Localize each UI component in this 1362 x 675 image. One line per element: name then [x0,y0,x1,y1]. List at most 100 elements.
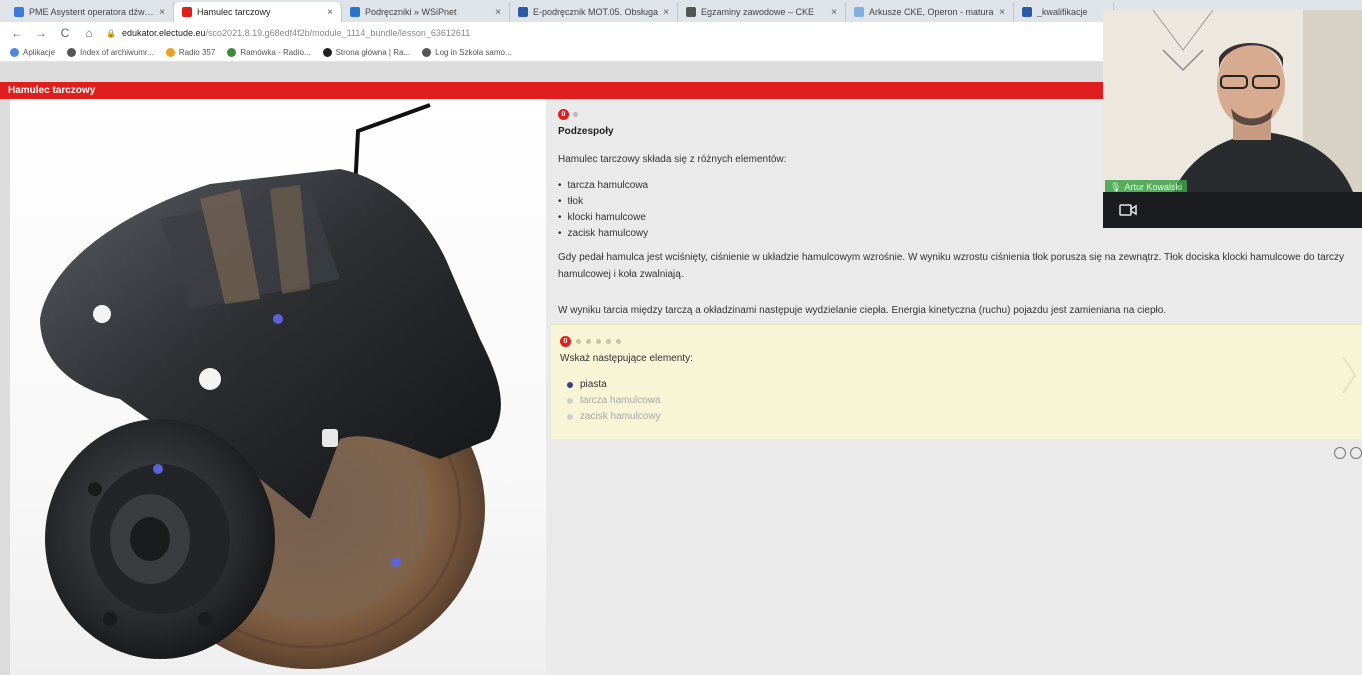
viewer-controls [1334,447,1362,459]
bookmark-label: Strona główna | Ra... [335,48,411,57]
tab-title: Podręczniki » WSiPnet [365,7,457,17]
3d-model-viewport[interactable] [10,99,546,675]
bookmark-aplikacje[interactable]: Aplikacje [10,48,55,57]
radio-icon [165,48,175,57]
chevron-right-icon[interactable] [1340,355,1358,395]
bookmark-szkola[interactable]: Log in Szkoła samo... [422,48,512,57]
tab-favicon-icon [14,7,24,17]
participant-name: Artur Kowalski [1124,182,1182,192]
list-item: zacisk hamulcowy [558,226,649,242]
video-camera-icon[interactable] [1119,202,1137,218]
webcam-overlay: 🎙 Artur Kowalski [1103,10,1362,228]
quiz-item-tarcza[interactable]: tarcza hamulcowa [567,393,661,409]
url-host: edukator.electude.eu [121,28,206,38]
tab-operon[interactable]: Arkusze CKE, Operon - matura × [846,2,1014,22]
list-item: tłok [558,194,648,210]
tab-close-icon[interactable]: × [159,7,165,18]
tab-favicon-icon [518,7,528,17]
tab-close-icon[interactable]: × [999,7,1005,18]
bookmark-strona-glowna[interactable]: Strona główna | Ra... [322,48,411,57]
tab-title: Arkusze CKE, Operon - matura [869,7,994,17]
home-icon[interactable]: ⌂ [82,26,96,40]
bullet-icon [567,382,573,388]
participant-name-tag: 🎙 Artur Kowalski [1105,180,1187,192]
bullet-icon [567,414,573,420]
tab-close-icon[interactable]: × [327,7,333,18]
quiz-question: Wskaż następujące elementy: [560,353,693,364]
rotate-icon[interactable] [1334,447,1346,459]
forward-icon[interactable]: → [34,26,48,40]
quiz-item-zacisk[interactable]: zacisk hamulcowy [567,409,661,425]
webcam-controls [1103,194,1362,228]
tab-kwalifikacje[interactable]: _kwalifikacje [1014,2,1114,22]
tab-favicon-icon [350,7,360,17]
parts-list: tarcza hamulcowa tłok klocki hamulcowe z… [558,178,649,242]
webcam-video: 🎙 Artur Kowalski [1103,10,1362,192]
section-title: Podzespoły [558,126,614,137]
tab-close-icon[interactable]: × [663,7,669,18]
participant-video-frame [1103,10,1362,192]
pager-dot[interactable] [596,339,601,344]
quiz-item-label: zacisk hamulcowy [580,411,661,422]
list-item: klocki hamulcowe [558,210,648,226]
tab-favicon-icon [854,7,864,17]
tab-cke[interactable]: Egzaminy zawodowe – CKE × [678,2,846,22]
hotspot-marker-hub [153,464,163,474]
tab-epodrecznik[interactable]: E-podręcznik MOT.05. Obsługa × [510,2,678,22]
section-pager: 0 [558,109,578,120]
intro-text: Hamulec tarczowy składa się z różnych el… [558,154,787,165]
tab-title: Egzaminy zawodowe – CKE [701,7,815,17]
list-item: tarcza hamulcowa [558,178,649,194]
tab-wsipnet[interactable]: Podręczniki » WSiPnet × [342,2,510,22]
browser-window: PME Asystent operatora dźwięk × Hamulec … [0,0,1362,675]
pager-dot[interactable] [586,339,591,344]
tab-title: E-podręcznik MOT.05. Obsługa [533,7,659,17]
bookmark-label: Index of archiwumr... [80,48,154,57]
quiz-item-label: piasta [580,379,607,390]
tab-title: Hamulec tarczowy [197,7,271,17]
pager-dot[interactable] [573,112,578,117]
bookmark-ramowka[interactable]: Ramówka - Radio... [227,48,311,57]
quiz-pager: 0 [560,336,621,347]
hotspot-marker-caliper [273,314,283,324]
apps-grid-icon [10,48,19,57]
quiz-step-badge[interactable]: 0 [560,336,571,347]
lock-icon: 🔒 [106,28,116,38]
brake-model-illustration [40,103,501,669]
hotspot-marker-disc [391,557,401,567]
tab-title: PME Asystent operatora dźwięk [29,7,155,17]
paragraph-brake-pressure: Gdy pedał hamulca jest wciśnięty, ciśnie… [558,252,1345,280]
pager-dot[interactable] [576,339,581,344]
globe-icon [67,48,77,57]
reload-icon[interactable]: C [58,26,72,40]
bullet-icon [567,398,573,404]
pager-dot[interactable] [606,339,611,344]
quiz-item-label: tarcza hamulcowa [580,395,661,406]
bookmark-radio357[interactable]: Radio 357 [165,48,216,57]
step-number-badge[interactable]: 0 [558,109,569,120]
tab-pme[interactable]: PME Asystent operatora dźwięk × [6,2,174,22]
tab-favicon-icon [182,7,192,17]
bookmark-label: Ramówka - Radio... [240,48,311,57]
quiz-item-piasta[interactable]: piasta [567,377,661,393]
microphone-icon: 🎙 [1110,181,1122,192]
radio-icon [322,48,332,57]
quiz-panel: 0 Wskaż następujące elementy: piasta tar… [551,324,1362,439]
quiz-targets-list: piasta tarcza hamulcowa zacisk hamulcowy [567,377,661,425]
tab-title: _kwalifikacje [1037,7,1088,17]
pager-dot[interactable] [616,339,621,344]
zoom-icon[interactable] [1350,447,1362,459]
back-icon[interactable]: ← [10,26,24,40]
url-path: /sco2021.8.19.g68edf4f2b/module_1114_bun… [205,28,471,38]
bookmark-label: Aplikacje [23,48,56,57]
bookmark-archiwum[interactable]: Index of archiwumr... [67,48,154,57]
tab-hamulec[interactable]: Hamulec tarczowy × [174,2,342,22]
tab-close-icon[interactable]: × [831,7,837,18]
tab-favicon-icon [686,7,696,17]
tab-favicon-icon [1022,7,1032,17]
address-bar[interactable]: 🔒 edukator.electude.eu/sco2021.8.19.g68e… [106,28,470,38]
globe-icon [422,48,432,57]
bookmark-label: Radio 357 [178,48,216,57]
bookmark-label: Log in Szkoła samo... [435,48,512,57]
tab-close-icon[interactable]: × [495,7,501,18]
